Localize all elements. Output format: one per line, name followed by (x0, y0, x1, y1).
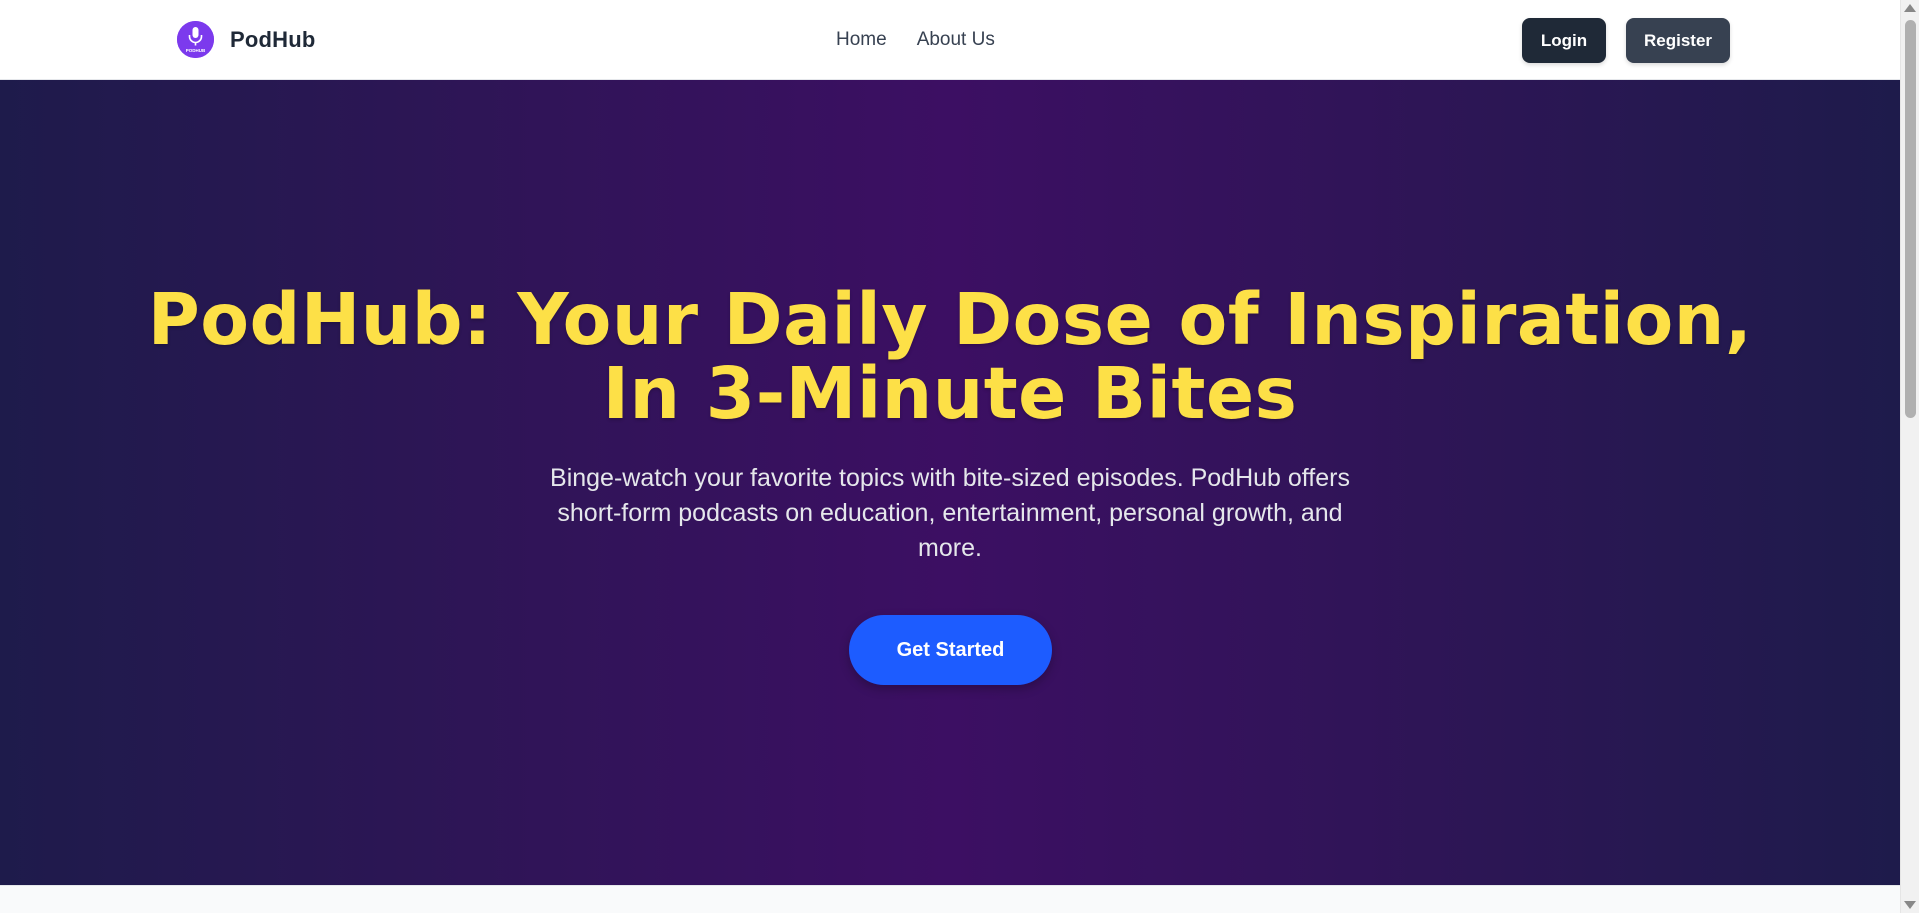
podhub-logo[interactable]: PODHUB (177, 21, 214, 58)
scroll-down-arrow-icon[interactable] (1904, 901, 1916, 909)
get-started-button[interactable]: Get Started (849, 615, 1052, 685)
microphone-icon: PODHUB (177, 21, 214, 58)
login-button[interactable]: Login (1522, 18, 1606, 63)
hero-subtitle: Binge-watch your favorite topics with bi… (550, 464, 1350, 562)
next-section-edge (0, 885, 1900, 913)
vertical-scrollbar[interactable] (1900, 0, 1919, 913)
hero-title-line-1: PodHub: Your Daily Dose of Inspiration, (147, 278, 1753, 361)
nav-about-us-link[interactable]: About Us (917, 29, 995, 51)
hero-section: PodHub: Your Daily Dose of Inspiration, … (0, 80, 1900, 885)
brand-name[interactable]: PodHub (230, 27, 316, 53)
scrollbar-thumb[interactable] (1905, 20, 1916, 418)
auth-buttons: Login Register (1522, 18, 1730, 63)
svg-text:PODHUB: PODHUB (186, 48, 206, 53)
hero-title: PodHub: Your Daily Dose of Inspiration, … (0, 283, 1900, 431)
nav-home-link[interactable]: Home (836, 29, 887, 51)
top-navbar: PODHUB PodHub Home About Us Login Regist… (0, 0, 1900, 80)
page: PODHUB PodHub Home About Us Login Regist… (0, 0, 1919, 913)
hero-title-line-2: In 3-Minute Bites (602, 352, 1298, 435)
main-nav: Home About Us (836, 29, 995, 51)
register-button[interactable]: Register (1626, 18, 1730, 63)
brand[interactable]: PODHUB PodHub (177, 21, 316, 58)
scroll-up-arrow-icon[interactable] (1904, 4, 1916, 12)
